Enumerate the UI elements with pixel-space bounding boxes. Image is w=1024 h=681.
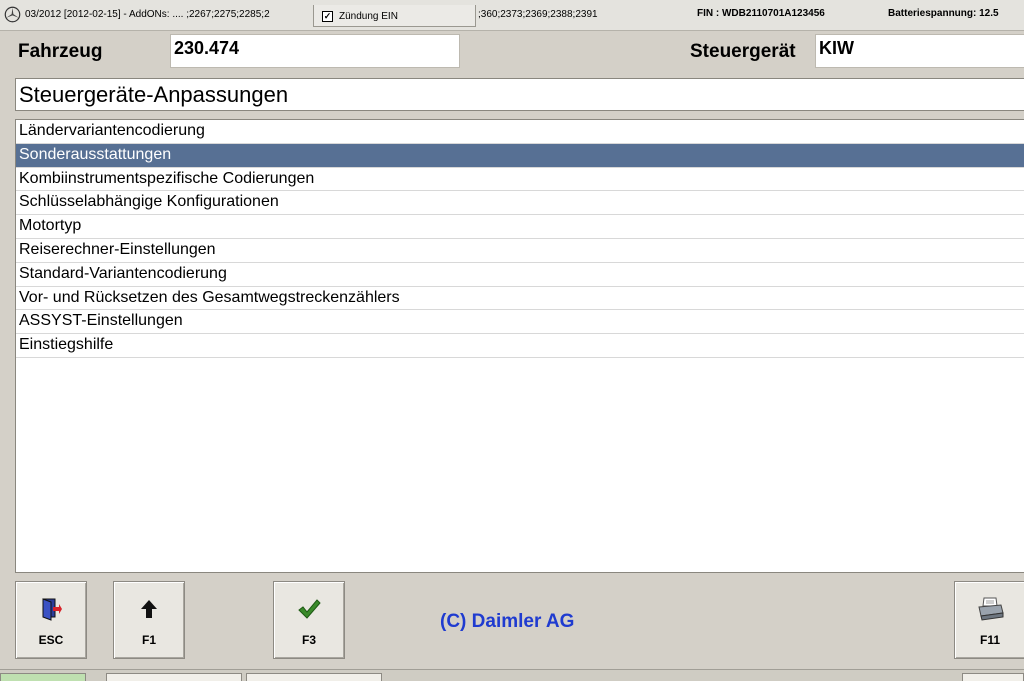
f1-button-label: F1 [141,633,156,647]
list-item[interactable]: Schlüsselabhängige Konfigurationen [16,191,1024,216]
printer-icon [978,597,1004,621]
f11-button[interactable]: F11 [954,581,1024,659]
f11-button-label: F11 [979,633,1000,647]
function-key-bar: ESC F1 F3 (C) Daimler AG F11 [0,575,1024,669]
list-item[interactable]: ASSYST-Einstellungen [16,310,1024,335]
list-item[interactable]: Kombiinstrumentspezifische Codierungen [16,168,1024,192]
ignition-checkbox: ✓ [322,11,333,22]
ignition-label: Zündung EIN [339,11,398,22]
list-item[interactable]: Ländervariantencodierung [16,120,1024,144]
f1-button[interactable]: F1 [113,581,185,659]
adaptation-list[interactable]: Ländervariantencodierung Sonderausstattun… [15,119,1024,573]
addons-list-tail: ;360;2373;2369;2388;2391 [478,9,598,20]
taskbar [0,669,1024,681]
list-item[interactable]: Motortyp [16,215,1024,239]
checkmark-icon [298,599,321,619]
esc-button[interactable]: ESC [15,581,87,659]
arrow-up-icon [141,600,157,618]
vehicle-field: 230.474 [170,34,460,68]
taskbar-tray [962,673,1024,681]
copyright-text: (C) Daimler AG [440,611,575,632]
ecu-field: KIW [815,34,1024,68]
list-item[interactable]: Standard-Variantencodierung [16,263,1024,287]
vin-display: FIN : WDB2110701A123456 [697,8,825,19]
list-item[interactable]: Reiserechner-Einstellungen [16,239,1024,263]
taskbar-start[interactable] [0,673,86,681]
vehicle-label: Fahrzeug [18,41,103,62]
list-item[interactable]: Einstiegshilfe [16,334,1024,358]
status-bar: 03/2012 [2012-02-15] - AddONs: .... ;226… [0,0,1024,31]
taskbar-item[interactable] [246,673,382,681]
battery-voltage: Batteriespannung: 12.5 [888,8,999,19]
f3-button-label: F3 [301,633,316,647]
ecu-label: Steuergerät [690,41,796,62]
mercedes-star-icon [4,6,21,23]
ignition-status-box: ✓ Zündung EIN [313,5,476,27]
exit-door-icon [42,598,62,621]
taskbar-item[interactable] [106,673,242,681]
f3-button[interactable]: F3 [273,581,345,659]
list-item[interactable]: Sonderausstattungen [16,143,1024,168]
version-addons-text: 03/2012 [2012-02-15] - AddONs: .... ;226… [25,9,270,20]
list-item[interactable]: Vor- und Rücksetzen des Gesamtwegstrecke… [16,287,1024,311]
page-title: Steuergeräte-Anpassungen [15,78,1024,111]
esc-button-label: ESC [38,633,64,647]
